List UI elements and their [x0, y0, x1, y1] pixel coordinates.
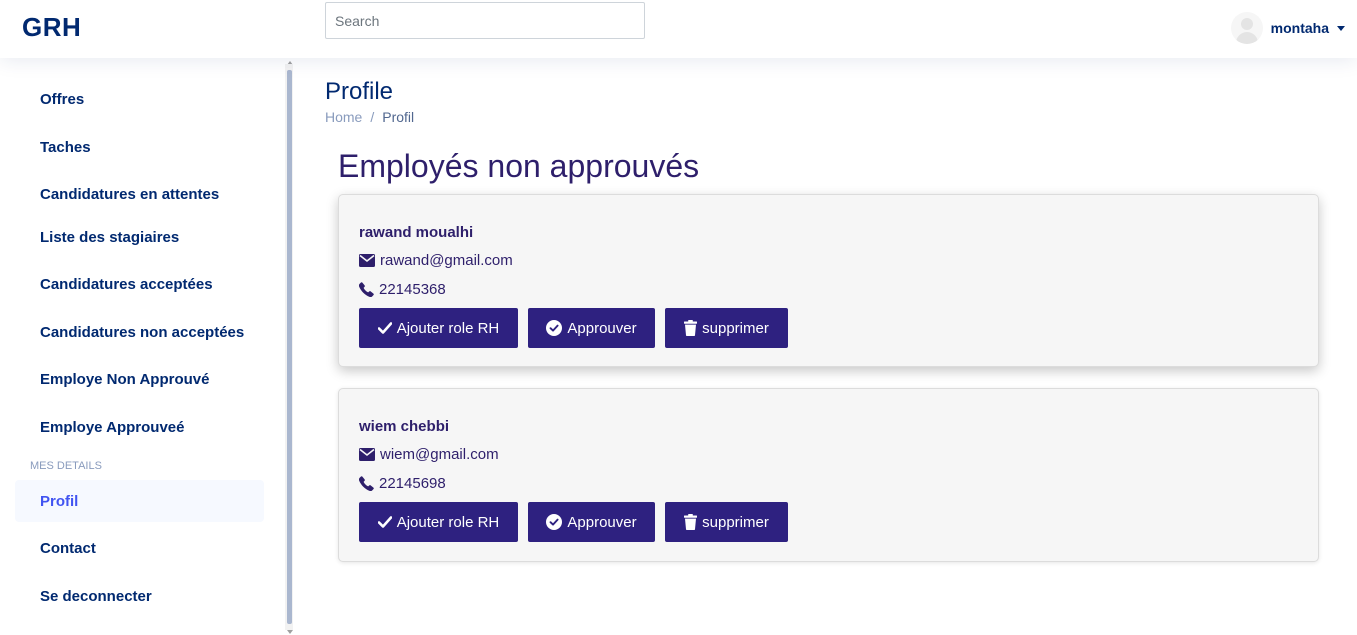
- employee-phone: 22145698: [379, 475, 446, 492]
- trash-icon: [684, 320, 698, 336]
- employee-name: wiem chebbi: [359, 418, 450, 435]
- breadcrumb: Home / Profil: [325, 109, 414, 125]
- check-circle-icon: [546, 320, 563, 336]
- add-role-rh-button-label: Ajouter role RH: [396, 513, 500, 531]
- page-title: Profile: [325, 78, 394, 105]
- trash-icon: [684, 514, 698, 530]
- delete-button-label: supprimer: [702, 513, 769, 531]
- sidebar-item-se-deconnecter[interactable]: Se deconnecter: [15, 575, 264, 617]
- add-role-rh-button[interactable]: Ajouter role RH: [359, 308, 518, 348]
- employee-card: rawand moualhi rawand@gmail.com 22145368…: [338, 194, 1319, 367]
- delete-button[interactable]: supprimer: [665, 308, 788, 348]
- sidebar-item-employe-non-approuve[interactable]: Employe Non Approuvé: [15, 358, 264, 400]
- sidebar-scrollbar-thumb[interactable]: [287, 70, 292, 624]
- sidebar-item-candidatures-non-acceptees[interactable]: Candidatures non acceptées: [15, 311, 264, 353]
- sidebar-scrollbar[interactable]: [285, 64, 293, 630]
- sidebar-item-profil[interactable]: Profil: [15, 480, 264, 522]
- approve-button[interactable]: Approuver: [528, 502, 655, 542]
- sidebar-item-taches[interactable]: Taches: [15, 126, 264, 168]
- sidebar-item-contact[interactable]: Contact: [15, 527, 264, 569]
- check-icon: [377, 322, 392, 334]
- check-icon: [377, 516, 392, 528]
- approve-button-label: Approuver: [567, 319, 637, 337]
- approve-button-label: Approuver: [567, 513, 637, 531]
- breadcrumb-current: Profil: [382, 109, 415, 125]
- delete-button-label: supprimer: [702, 319, 769, 337]
- scroll-down-arrow-icon[interactable]: [287, 630, 293, 634]
- delete-button[interactable]: supprimer: [665, 502, 788, 542]
- envelope-icon: [359, 448, 375, 461]
- approve-button[interactable]: Approuver: [528, 308, 655, 348]
- employee-email: wiem@gmail.com: [380, 446, 499, 463]
- sidebar-heading-mes-details: MES DETAILS: [30, 460, 102, 472]
- employee-phone-line: 22145698: [359, 475, 446, 492]
- check-circle-icon: [546, 514, 563, 530]
- username-label: montaha: [1270, 20, 1329, 36]
- sidebar-item-candidatures-en-attentes[interactable]: Candidatures en attentes: [15, 173, 264, 215]
- sidebar-item-candidatures-acceptees[interactable]: Candidatures acceptées: [15, 263, 264, 305]
- avatar: [1230, 12, 1263, 44]
- caret-down-icon: [1337, 25, 1345, 31]
- employee-phone: 22145368: [379, 281, 446, 298]
- breadcrumb-separator: /: [370, 109, 375, 125]
- sidebar-item-liste-des-stagiaires[interactable]: Liste des stagiaires: [15, 216, 264, 258]
- employee-email-line: wiem@gmail.com: [359, 446, 499, 463]
- envelope-icon: [359, 254, 375, 267]
- sidebar-item-offres[interactable]: Offres: [15, 78, 264, 120]
- employee-email: rawand@gmail.com: [380, 252, 513, 269]
- add-role-rh-button[interactable]: Ajouter role RH: [359, 502, 518, 542]
- employee-email-line: rawand@gmail.com: [359, 252, 513, 269]
- search-input[interactable]: [325, 2, 645, 39]
- top-header: GRH montaha: [0, 0, 1357, 58]
- user-menu[interactable]: montaha: [1230, 10, 1345, 46]
- breadcrumb-home-link[interactable]: Home: [325, 109, 362, 125]
- sidebar: Offres Taches Candidatures en attentes L…: [0, 58, 296, 635]
- sidebar-item-employe-approuve[interactable]: Employe Approuveé: [15, 406, 264, 448]
- employee-name: rawand moualhi: [359, 224, 474, 241]
- phone-icon: [359, 476, 374, 491]
- app-logo[interactable]: GRH: [22, 12, 81, 43]
- employee-card: wiem chebbi wiem@gmail.com 22145698 Ajou…: [338, 388, 1319, 562]
- phone-icon: [359, 282, 374, 297]
- section-title: Employés non approuvés: [338, 148, 700, 184]
- employee-phone-line: 22145368: [359, 281, 446, 298]
- add-role-rh-button-label: Ajouter role RH: [396, 319, 500, 337]
